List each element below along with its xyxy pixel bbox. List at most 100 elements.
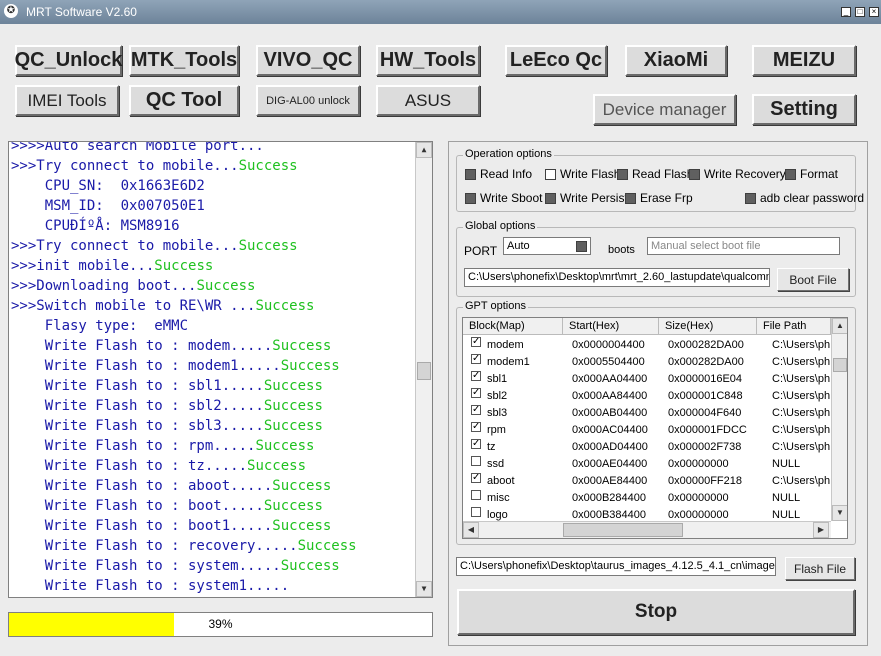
log-line-text: Write Flash to : sbl2.....: [11, 398, 264, 414]
gpt-table-row[interactable]: ssd 0x000AE04400 0x00000000 NULL: [463, 456, 831, 473]
hw-tools-button[interactable]: HW_Tools: [376, 45, 480, 76]
option-label: Write Flash: [560, 167, 621, 181]
option-checkbox[interactable]: [785, 168, 796, 180]
boots-label: boots: [608, 244, 635, 256]
gpt-row-checkbox[interactable]: ✓: [471, 422, 481, 432]
progress-label: 39%: [208, 617, 233, 631]
device-manager-button[interactable]: Device manager: [593, 94, 736, 125]
log-scrollbar[interactable]: ▲ ▼: [415, 142, 432, 597]
log-line-text: Write Flash to : boot1.....: [11, 518, 273, 534]
log-line: Write Flash to : system1.....: [11, 576, 289, 596]
gpt-scroll-up-icon[interactable]: ▲: [832, 318, 847, 334]
option-checkbox[interactable]: [617, 168, 628, 180]
gpt-column-header[interactable]: Start(Hex): [563, 318, 659, 335]
operation-option[interactable]: Write Flash: [545, 167, 620, 181]
gpt-column-header[interactable]: Block(Map): [463, 318, 563, 335]
gpt-row-checkbox[interactable]: ✓: [471, 337, 481, 347]
operation-option[interactable]: adb clear password: [745, 191, 864, 205]
qc-unlock-button[interactable]: QC_Unlock: [15, 45, 122, 76]
gpt-row-checkbox[interactable]: ✓: [471, 354, 481, 364]
log-line-status: Success: [272, 338, 332, 354]
boot-path-field[interactable]: C:\Users\phonefix\Desktop\mrt\mrt_2.60_l…: [464, 268, 770, 287]
vivo-qc-button[interactable]: VIVO_QC: [256, 45, 360, 76]
gpt-row-checkbox[interactable]: ✓: [471, 371, 481, 381]
gpt-cell-size: 0x000001C848: [668, 390, 743, 402]
gpt-hscroll[interactable]: ◀ ▶: [463, 521, 831, 538]
operation-option[interactable]: Read Info: [465, 167, 532, 181]
gpt-row-checkbox[interactable]: ✓: [471, 473, 481, 483]
operation-option[interactable]: Erase Frp: [625, 191, 693, 205]
boot-file-button[interactable]: Boot File: [777, 268, 849, 291]
gpt-table-row[interactable]: ✓ modem 0x0000004400 0x000282DA00 C:\Users\p…: [463, 337, 831, 354]
maximize-icon[interactable]: □: [855, 7, 865, 17]
close-icon[interactable]: ×: [869, 7, 879, 17]
gpt-hscroll-thumb[interactable]: [563, 523, 683, 537]
option-label: Read Info: [480, 167, 533, 181]
gpt-row-checkbox[interactable]: ✓: [471, 439, 481, 449]
gpt-table-row[interactable]: ✓ tz 0x000AD04400 0x000002F738 C:\Users\ph: [463, 439, 831, 456]
port-select[interactable]: Auto: [503, 237, 591, 255]
operation-option[interactable]: Write Recovery: [689, 167, 786, 181]
option-checkbox[interactable]: [465, 168, 476, 180]
operation-option[interactable]: Format: [785, 167, 838, 181]
option-checkbox[interactable]: [745, 192, 756, 204]
option-checkbox[interactable]: [465, 192, 476, 204]
mtk-tools-button[interactable]: MTK_Tools: [129, 45, 239, 76]
port-dropdown-icon[interactable]: [576, 241, 587, 252]
minimize-icon[interactable]: _: [841, 7, 851, 17]
gpt-table-row[interactable]: ✓ sbl1 0x000AA04400 0x0000016E04 C:\Users\ph: [463, 371, 831, 388]
operation-option[interactable]: Write Persist: [545, 191, 628, 205]
option-checkbox[interactable]: [545, 168, 556, 180]
gpt-row-checkbox[interactable]: [471, 507, 481, 517]
gpt-column-header[interactable]: Size(Hex): [659, 318, 757, 335]
gpt-vscroll-thumb[interactable]: [833, 358, 847, 372]
boots-placeholder: Manual select boot file: [651, 240, 761, 252]
gpt-scroll-right-icon[interactable]: ▶: [813, 522, 829, 538]
option-checkbox[interactable]: [545, 192, 556, 204]
gpt-table-row[interactable]: ✓ rpm 0x000AC04400 0x000001FDCC C:\Users\ph: [463, 422, 831, 439]
qc-tool-button[interactable]: QC Tool: [129, 85, 239, 116]
gpt-vscroll[interactable]: ▲ ▼: [831, 318, 847, 521]
gpt-row-checkbox[interactable]: [471, 490, 481, 500]
operation-option[interactable]: Read Flash: [617, 167, 693, 181]
operation-option[interactable]: Write Sboot: [465, 191, 542, 205]
log-line: Write Flash to : recovery.....Success: [11, 536, 357, 556]
option-checkbox[interactable]: [625, 192, 636, 204]
leeco-qc-button[interactable]: LeEco Qc: [505, 45, 607, 76]
log-line-status: Success: [238, 238, 298, 254]
log-line-text: Write Flash to : sbl1.....: [11, 378, 264, 394]
scroll-thumb[interactable]: [417, 362, 431, 380]
log-line-text: CPU_SN: 0x1663E6D2: [11, 178, 205, 194]
xiaomi-button[interactable]: XiaoMi: [625, 45, 727, 76]
setting-button[interactable]: Setting: [752, 94, 856, 125]
imei-tools-button[interactable]: IMEI Tools: [15, 85, 119, 116]
gpt-table-row[interactable]: ✓ modem1 0x0005504400 0x000282DA00 C:\Users\…: [463, 354, 831, 371]
gpt-row-checkbox[interactable]: ✓: [471, 405, 481, 415]
option-checkbox[interactable]: [689, 168, 700, 180]
gpt-cell-start: 0x000AE84400: [572, 475, 648, 487]
flash-file-button[interactable]: Flash File: [785, 557, 855, 580]
gpt-table-row[interactable]: ✓ sbl2 0x000AA84400 0x000001C848 C:\Users\ph: [463, 388, 831, 405]
gpt-table-row[interactable]: misc 0x000B284400 0x00000000 NULL: [463, 490, 831, 507]
log-line: Write Flash to : tz.....Success: [11, 456, 306, 476]
gpt-row-checkbox[interactable]: [471, 456, 481, 466]
gpt-table-row[interactable]: ✓ aboot 0x000AE84400 0x00000FF218 C:\Users\p…: [463, 473, 831, 490]
gpt-row-checkbox[interactable]: ✓: [471, 388, 481, 398]
asus-button[interactable]: ASUS: [376, 85, 480, 116]
log-line-text: Write Flash to : modem.....: [11, 338, 273, 354]
gpt-scroll-left-icon[interactable]: ◀: [463, 522, 479, 538]
boots-field[interactable]: Manual select boot file: [647, 237, 840, 255]
gpt-column-header[interactable]: File Path: [757, 318, 831, 335]
meizu-button[interactable]: MEIZU: [752, 45, 856, 76]
scroll-up-icon[interactable]: ▲: [416, 142, 432, 158]
option-label: Read Flash: [632, 167, 694, 181]
gpt-cell-path: C:\Users\ph: [772, 373, 830, 385]
gpt-scroll-down-icon[interactable]: ▼: [832, 505, 847, 521]
dig-al00-unlock-button[interactable]: DIG-AL00 unlock: [256, 85, 360, 116]
scroll-down-icon[interactable]: ▼: [416, 581, 432, 597]
log-line: >>>Try connect to mobile...Success: [11, 236, 298, 256]
stop-button[interactable]: Stop: [457, 589, 855, 635]
gpt-cell-path: C:\Users\ph: [772, 356, 830, 368]
flash-path-field[interactable]: C:\Users\phonefix\Desktop\taurus_images_…: [456, 557, 776, 576]
gpt-table-row[interactable]: ✓ sbl3 0x000AB04400 0x000004F640 C:\Users\ph: [463, 405, 831, 422]
